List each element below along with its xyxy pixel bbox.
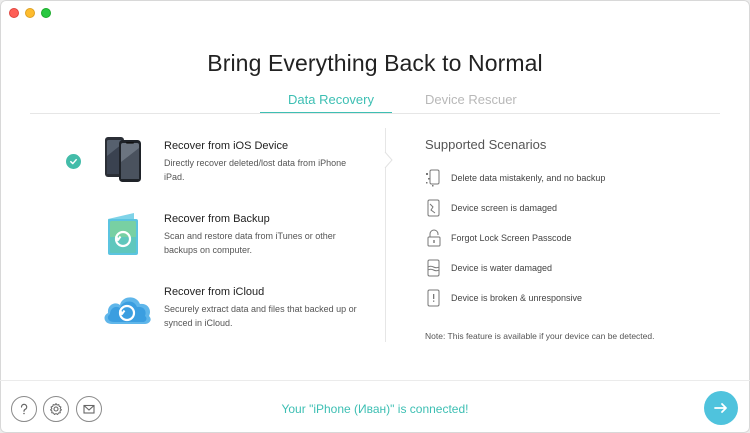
zoom-window-button[interactable] (41, 8, 51, 18)
scenarios-title: Supported Scenarios (425, 137, 547, 152)
option-description: Securely extract data and files that bac… (164, 304, 357, 328)
scenario-label: Device is broken & unresponsive (451, 293, 583, 303)
recovery-options: Recover from iOS Device Directly recover… (60, 128, 385, 343)
supported-scenarios: Supported Scenarios Delete data mistaken… (425, 128, 725, 343)
footer-divider (0, 380, 750, 381)
broken-screen-icon (427, 199, 440, 217)
backup-restore-icon (100, 207, 154, 257)
scenarios-note: Note: This feature is available if your … (425, 331, 655, 341)
tab-device-rescuer[interactable]: Device Rescuer (425, 92, 517, 107)
tab-data-recovery[interactable]: Data Recovery (288, 92, 374, 107)
connection-status: Your "iPhone (Иван)" is connected! (281, 402, 469, 416)
scenario-label: Forgot Lock Screen Passcode (451, 233, 572, 243)
icloud-icon (100, 280, 154, 330)
option-title: Recover from iCloud (164, 286, 265, 298)
option-title: Recover from Backup (164, 213, 270, 225)
deleted-data-icon (426, 169, 440, 187)
scenario-label: Device is water damaged (451, 263, 553, 273)
app-window: Bring Everything Back to Normal Data Rec… (0, 0, 750, 433)
option-recover-backup[interactable]: Recover from Backup Scan and restore dat… (60, 201, 385, 261)
chevron-right-icon (384, 152, 393, 168)
selected-check-icon (66, 154, 81, 169)
page-title: Bring Everything Back to Normal (207, 50, 543, 76)
arrow-right-icon (714, 403, 727, 413)
option-recover-icloud[interactable]: Recover from iCloud Securely extract dat… (60, 274, 385, 334)
scenario-item: Forgot Lock Screen Passcode (425, 228, 715, 252)
option-description: Scan and restore data from iTunes or oth… (164, 231, 336, 255)
scenario-item: Device screen is damaged (425, 198, 715, 222)
tab-divider (30, 113, 720, 114)
scenario-label: Device screen is damaged (451, 203, 558, 213)
scenario-item: Device is broken & unresponsive (425, 288, 715, 312)
scenario-item: Delete data mistakenly, and no backup (425, 168, 715, 192)
minimize-window-button[interactable] (25, 8, 35, 18)
unresponsive-device-icon (427, 289, 440, 307)
scenario-label: Delete data mistakenly, and no backup (451, 173, 606, 183)
option-recover-ios-device[interactable]: Recover from iOS Device Directly recover… (60, 128, 385, 188)
close-window-button[interactable] (9, 8, 19, 18)
next-button[interactable] (704, 391, 738, 425)
option-title: Recover from iOS Device (164, 140, 289, 152)
scenario-item: Device is water damaged (425, 258, 715, 282)
window-controls (9, 8, 51, 18)
water-damage-icon (427, 259, 440, 277)
iphone-device-icon (100, 134, 154, 184)
lock-icon (427, 229, 441, 247)
option-description: Directly recover deleted/lost data from … (164, 158, 347, 182)
tab-bar: Data Recovery Device Rescuer (0, 88, 750, 114)
